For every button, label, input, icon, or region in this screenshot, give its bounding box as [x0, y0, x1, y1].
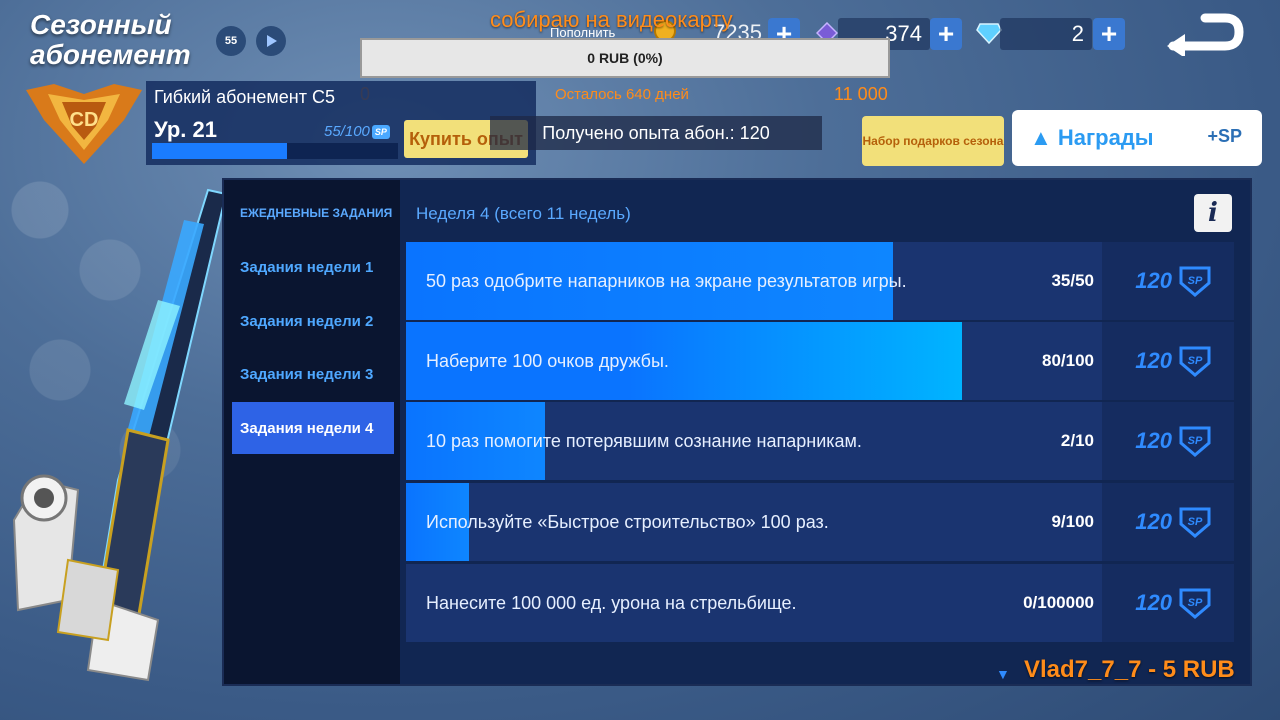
quest-reward-value: 120 — [1135, 509, 1172, 534]
pass-level: Ур. 21 — [154, 117, 217, 142]
pass-exp-bar — [152, 143, 398, 159]
tab-week-1[interactable]: Задания недели 1 — [232, 241, 394, 293]
quest-nav: ЕЖЕДНЕВНЫЕ ЗАДАНИЯ Задания недели 1 Зада… — [224, 180, 400, 684]
season-pass-badge-icon: CD — [24, 80, 144, 166]
page-title: Сезонный абонемент — [30, 9, 191, 70]
donation-progress-bar: 0 RUB (0%) — [360, 38, 890, 78]
pass-exp: 55/100 SP — [324, 123, 390, 140]
quest-list-area: Неделя 4 (всего 11 недель) i 50 раз одоб… — [400, 180, 1250, 684]
rewards-label: ▲ Награды — [1030, 125, 1154, 150]
quest-row[interactable]: Наберите 100 очков дружбы. 80/100 120 SP — [406, 322, 1234, 400]
pass-exp-bar-fill — [152, 143, 288, 159]
donor-line: Vlad7_7_7 - 5 RUB — [1024, 656, 1235, 683]
info-button[interactable]: i — [1194, 194, 1232, 232]
quest-reward: 120 SP — [1135, 322, 1212, 400]
donation-progress-text: 0 RUB (0%) — [587, 50, 663, 66]
quest-reward: 120 SP — [1135, 564, 1212, 642]
donation-days-left: Осталось 640 дней — [555, 86, 689, 103]
sp-shield-icon: SP — [1179, 346, 1211, 377]
tab-week-2[interactable]: Задания недели 2 — [232, 295, 394, 347]
sp-icon: SP — [371, 125, 390, 140]
quest-reward-value: 120 — [1135, 348, 1172, 373]
svg-text:CD: CD — [70, 109, 99, 131]
quest-row[interactable]: Нанесите 100 000 ед. урона на стрельбище… — [406, 564, 1234, 642]
quest-row[interactable]: Используйте «Быстрое строительство» 100 … — [406, 483, 1234, 561]
pass-name: Гибкий абонемент С5 — [154, 87, 335, 107]
quest-reward: 120 SP — [1135, 483, 1212, 561]
svg-text:SP: SP — [1188, 435, 1203, 447]
tab-week-4[interactable]: Задания недели 4 — [232, 402, 394, 454]
svg-text:SP: SP — [1188, 597, 1203, 609]
quest-progress-count: 0/100000 — [1023, 593, 1094, 612]
season-icon-label: 55 — [224, 35, 238, 47]
exp-received-note: Получено опыта абон.: 120 — [490, 116, 822, 150]
quest-description: Нанесите 100 000 ед. урона на стрельбище… — [426, 593, 797, 613]
sp-shield-icon: SP — [1179, 507, 1211, 538]
rewards-button[interactable]: ▲ Награды +SP — [1012, 110, 1262, 166]
weapon-image — [8, 180, 238, 700]
svg-text:SP: SP — [1188, 516, 1203, 528]
sp-shield-icon: SP — [1179, 588, 1211, 619]
add-gem-button[interactable]: + — [930, 18, 962, 50]
quest-description: Наберите 100 очков дружбы. — [426, 351, 669, 371]
svg-text:SP: SP — [1188, 355, 1203, 367]
quest-reward: 120 SP — [1135, 242, 1212, 320]
quest-reward-value: 120 — [1135, 428, 1172, 453]
tab-daily-quests[interactable]: ЕЖЕДНЕВНЫЕ ЗАДАНИЯ — [232, 187, 394, 239]
back-arrow-icon — [1167, 13, 1244, 56]
add-diamond-button[interactable]: + — [1093, 18, 1125, 50]
stream-goal-title: собираю на видеокарту — [490, 7, 733, 32]
season-gift-set-button[interactable]: Набор подарков сезона — [862, 116, 1004, 166]
quest-description: Используйте «Быстрое строительство» 100 … — [426, 512, 829, 532]
back-button[interactable] — [1164, 10, 1246, 58]
quest-row[interactable]: 50 раз одобрите напарников на экране рез… — [406, 242, 1234, 320]
tab-week-3[interactable]: Задания недели 3 — [232, 348, 394, 400]
season-55-icon[interactable]: 55 — [216, 26, 246, 56]
donation-goal: 11 000 — [834, 84, 888, 104]
diamond-icon — [976, 22, 1002, 50]
quest-reward-value: 120 — [1135, 268, 1172, 293]
week-header: Неделя 4 (всего 11 недель) — [416, 204, 631, 223]
quest-row[interactable]: 10 раз помогите потерявшим сознание напа… — [406, 402, 1234, 480]
quest-progress-count: 35/50 — [1051, 271, 1094, 290]
scroll-down-icon[interactable]: ▼ — [996, 666, 1010, 682]
sp-shield-icon: SP — [1179, 426, 1211, 457]
quest-panel: ЕЖЕДНЕВНЫЕ ЗАДАНИЯ Задания недели 1 Зада… — [222, 178, 1252, 686]
diamond-value: 2 — [1000, 18, 1092, 50]
quest-progress-count: 80/100 — [1042, 351, 1094, 370]
quest-reward: 120 SP — [1135, 402, 1212, 480]
rewards-sp-icon: +SP — [1207, 126, 1242, 146]
quest-reward-value: 120 — [1135, 590, 1172, 615]
svg-text:SP: SP — [1188, 275, 1203, 287]
quest-description: 50 раз одобрите напарников на экране рез… — [426, 271, 907, 291]
quest-progress-count: 9/100 — [1051, 512, 1094, 531]
quest-progress-count: 2/10 — [1060, 431, 1094, 450]
play-icon[interactable] — [256, 26, 286, 56]
sp-shield-icon: SP — [1179, 266, 1211, 297]
quest-description: 10 раз помогите потерявшим сознание напа… — [426, 431, 862, 451]
